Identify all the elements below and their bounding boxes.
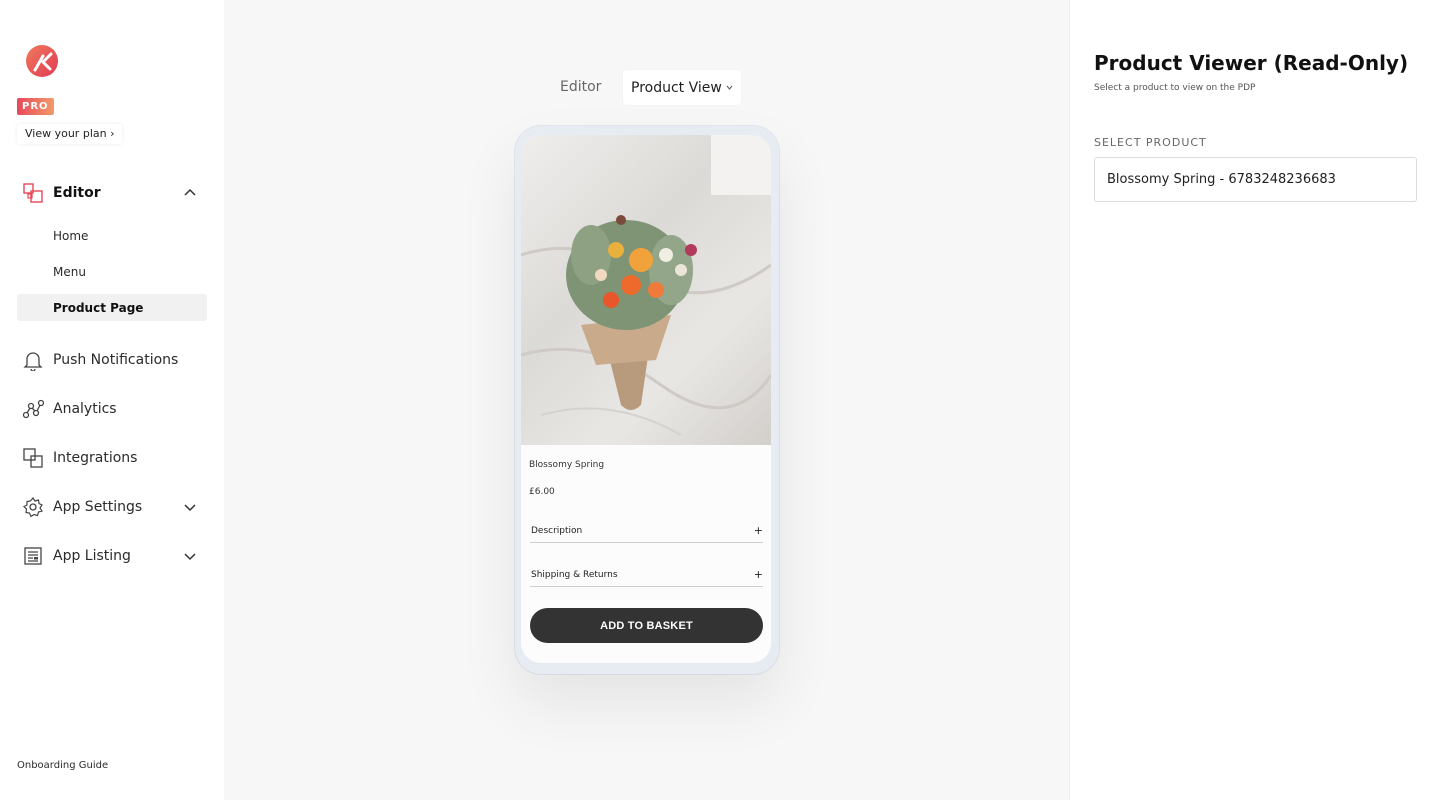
phone-preview: Blossomy Spring £6.00 Description + Ship… xyxy=(515,126,779,674)
product-price: £6.00 xyxy=(529,487,555,497)
editor-canvas: Editor Product View Blossomy Spring £6.0… xyxy=(224,0,1069,800)
shipping-returns-accordion[interactable]: Shipping & Returns + xyxy=(530,565,763,587)
add-to-basket-button[interactable]: ADD TO BASKET xyxy=(530,608,763,643)
view-select-dropdown[interactable]: Product View xyxy=(623,70,741,105)
sidebar-item-label: Integrations xyxy=(53,450,138,466)
chevron-down-icon[interactable] xyxy=(183,500,197,514)
product-name: Blossomy Spring xyxy=(529,460,605,470)
select-product-input[interactable] xyxy=(1094,157,1417,202)
app-logo[interactable] xyxy=(25,44,59,78)
integrations-icon xyxy=(22,447,44,469)
sidebar-subitem-menu[interactable]: Menu xyxy=(17,258,207,285)
chevron-down-icon xyxy=(726,85,733,90)
pro-badge: PRO xyxy=(17,98,54,115)
select-product-label: SELECT PRODUCT xyxy=(1094,136,1207,149)
sidebar-subitem-home[interactable]: Home xyxy=(17,222,207,249)
panel-title: Product Viewer (Read-Only) xyxy=(1094,51,1409,75)
view-plan-link[interactable]: View your plan › xyxy=(17,124,123,144)
editor-icon xyxy=(22,182,44,204)
accordion-label: Description xyxy=(531,526,583,536)
accordion-label: Shipping & Returns xyxy=(531,570,618,580)
panel-subtitle: Select a product to view on the PDP xyxy=(1094,83,1256,93)
sidebar-item-app-settings[interactable]: App Settings xyxy=(17,492,207,522)
sidebar-item-app-listing[interactable]: App Listing xyxy=(17,541,207,571)
sidebar-item-label: Editor xyxy=(53,185,101,201)
sidebar-item-label: App Settings xyxy=(53,499,143,515)
listing-icon xyxy=(22,545,44,567)
sidebar-item-label: Analytics xyxy=(53,401,117,417)
settings-gear-icon xyxy=(22,496,44,518)
product-image xyxy=(521,135,771,445)
sidebar-item-editor[interactable]: Editor xyxy=(17,178,207,208)
sidebar-item-push-notifications[interactable]: Push Notifications xyxy=(17,345,207,375)
sidebar-item-analytics[interactable]: Analytics xyxy=(17,394,207,424)
sidebar: PRO View your plan › Editor Home Menu Pr… xyxy=(0,0,224,800)
sidebar-subitem-product-page[interactable]: Product Page xyxy=(17,294,207,321)
phone-screen: Blossomy Spring £6.00 Description + Ship… xyxy=(521,135,771,663)
view-select-value: Product View xyxy=(631,79,722,96)
sidebar-item-label: App Listing xyxy=(53,548,131,564)
flower-bouquet-image xyxy=(521,135,771,436)
editor-view-label[interactable]: Editor xyxy=(560,79,601,95)
sidebar-item-integrations[interactable]: Integrations xyxy=(17,443,207,473)
chevron-down-icon[interactable] xyxy=(183,549,197,563)
plus-icon: + xyxy=(753,568,763,581)
product-viewer-panel: Product Viewer (Read-Only) Select a prod… xyxy=(1069,0,1440,800)
chevron-up-icon[interactable] xyxy=(183,186,197,200)
analytics-icon xyxy=(22,398,44,420)
plus-icon: + xyxy=(753,524,763,537)
description-accordion[interactable]: Description + xyxy=(530,521,763,543)
bell-icon xyxy=(22,349,44,371)
onboarding-guide-link[interactable]: Onboarding Guide xyxy=(17,760,108,771)
sidebar-item-label: Push Notifications xyxy=(53,352,179,368)
